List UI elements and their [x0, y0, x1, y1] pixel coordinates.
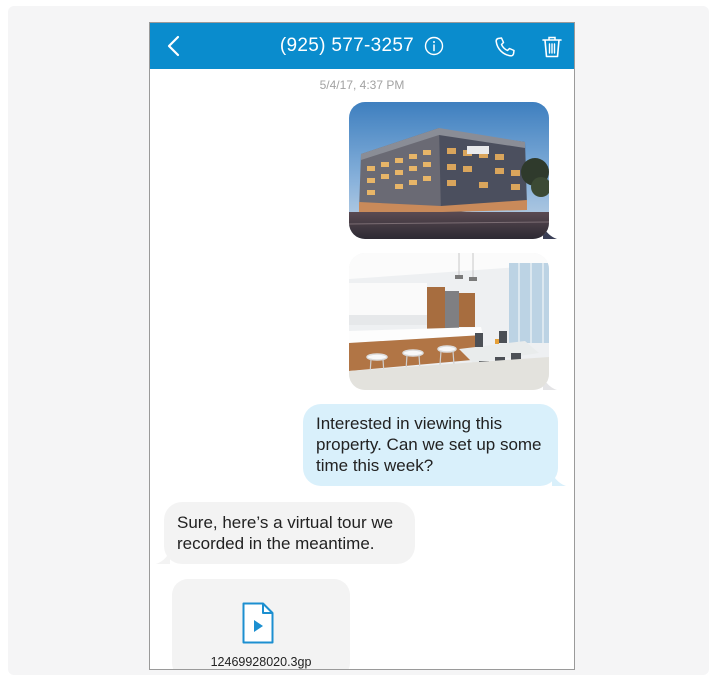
building-photo: [349, 102, 549, 239]
conversation-header: (925) 577-3257: [150, 23, 574, 69]
image-message-interior[interactable]: [349, 253, 557, 390]
chevron-left-icon: [167, 35, 180, 57]
incoming-message-bubble[interactable]: Sure, here’s a virtual tour we recorded …: [156, 502, 415, 564]
delete-conversation-button[interactable]: [541, 35, 563, 59]
image-message-building-exterior[interactable]: [349, 102, 557, 239]
video-attachment-bubble[interactable]: 12469928020.3gp: [172, 579, 350, 669]
image-clip: [349, 253, 549, 390]
attachment-file-name: 12469928020.3gp: [210, 655, 312, 669]
incoming-message-text: Sure, here’s a virtual tour we recorded …: [177, 513, 394, 553]
contact-phone-title: (925) 577-3257: [279, 35, 415, 56]
outgoing-message-bubble[interactable]: Interested in viewing this property. Can…: [303, 404, 566, 486]
phone-icon: [495, 37, 515, 57]
message-thread-screen: (925) 577-3257 5/4/17, 4:37 PM Intereste…: [149, 22, 575, 670]
info-icon: [424, 36, 444, 56]
message-timestamp: 5/4/17, 4:37 PM: [319, 78, 405, 92]
call-button[interactable]: [493, 35, 517, 59]
outgoing-message-text: Interested in viewing this property. Can…: [316, 414, 542, 475]
trash-icon: [542, 36, 562, 58]
image-clip: [349, 102, 549, 239]
interior-photo: [349, 253, 549, 390]
video-file-icon: [242, 602, 274, 644]
back-button[interactable]: [160, 31, 190, 61]
contact-info-button[interactable]: [424, 36, 444, 56]
bubble-tail: [156, 552, 170, 564]
